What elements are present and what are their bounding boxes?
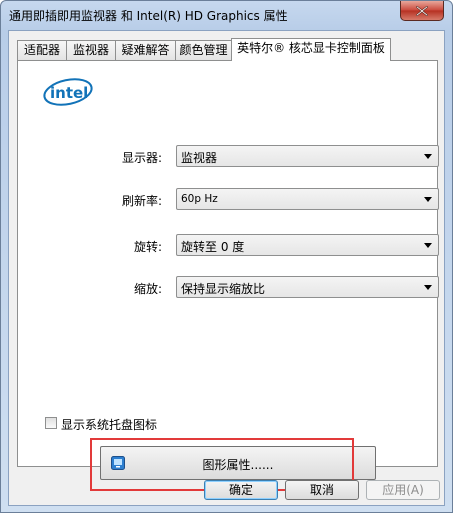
cancel-button[interactable]: 取消 <box>285 480 359 500</box>
display-select-value: 监视器 <box>181 151 218 165</box>
close-button[interactable] <box>400 1 444 21</box>
refresh-rate-select[interactable]: 60p Hz <box>176 188 439 210</box>
chevron-down-icon <box>424 285 432 290</box>
title-bar[interactable]: 通用即插即用监视器 和 Intel(R) HD Graphics 属性 <box>1 1 452 29</box>
tab-adapter[interactable]: 适配器 <box>17 40 67 60</box>
tab-color-management[interactable]: 颜色管理 <box>175 40 232 60</box>
tab-troubleshoot[interactable]: 疑难解答 <box>115 40 176 60</box>
rotation-label: 旋转: <box>134 240 163 254</box>
scaling-label: 缩放: <box>134 282 163 296</box>
chevron-down-icon <box>424 154 432 159</box>
rotation-select[interactable]: 旋转至 0 度 <box>176 234 439 256</box>
rotation-select-value: 旋转至 0 度 <box>181 240 245 254</box>
scaling-select[interactable]: 保持显示缩放比 <box>176 276 439 298</box>
chevron-down-icon <box>424 197 432 202</box>
tray-icon-checkbox[interactable] <box>45 417 57 429</box>
tab-monitor[interactable]: 监视器 <box>66 40 116 60</box>
tray-icon-checkbox-label: 显示系统托盘图标 <box>61 418 158 432</box>
tab-intel-control-panel[interactable]: 英特尔® 核芯显卡控制面板 <box>231 38 391 61</box>
window-title: 通用即插即用监视器 和 Intel(R) HD Graphics 属性 <box>9 9 288 23</box>
display-label: 显示器: <box>122 151 163 165</box>
display-select[interactable]: 监视器 <box>176 145 439 167</box>
intel-logo-text: intel <box>50 84 88 102</box>
graphics-properties-button-label: 图形属性...... <box>202 458 274 472</box>
refresh-rate-label: 刷新率: <box>122 194 163 208</box>
apply-button[interactable]: 应用(A) <box>366 480 440 500</box>
intel-logo: intel <box>42 77 94 110</box>
close-icon <box>416 5 428 16</box>
refresh-rate-select-value: 60p Hz <box>181 193 218 205</box>
scaling-select-value: 保持显示缩放比 <box>181 282 266 296</box>
tab-panel: intel 显示器: 监视器 刷新率: 60p Hz 旋转: 旋转至 0 度 缩… <box>17 60 439 491</box>
dialog-client-area: 适配器 监视器 疑难解答 颜色管理 英特尔® 核芯显卡控制面板 intel 显示… <box>8 30 445 506</box>
chevron-down-icon <box>424 243 432 248</box>
graphics-properties-button[interactable]: 图形属性...... <box>100 446 376 480</box>
ok-button[interactable]: 确定 <box>204 480 278 500</box>
properties-window: 通用即插即用监视器 和 Intel(R) HD Graphics 属性 适配器 … <box>0 0 453 513</box>
